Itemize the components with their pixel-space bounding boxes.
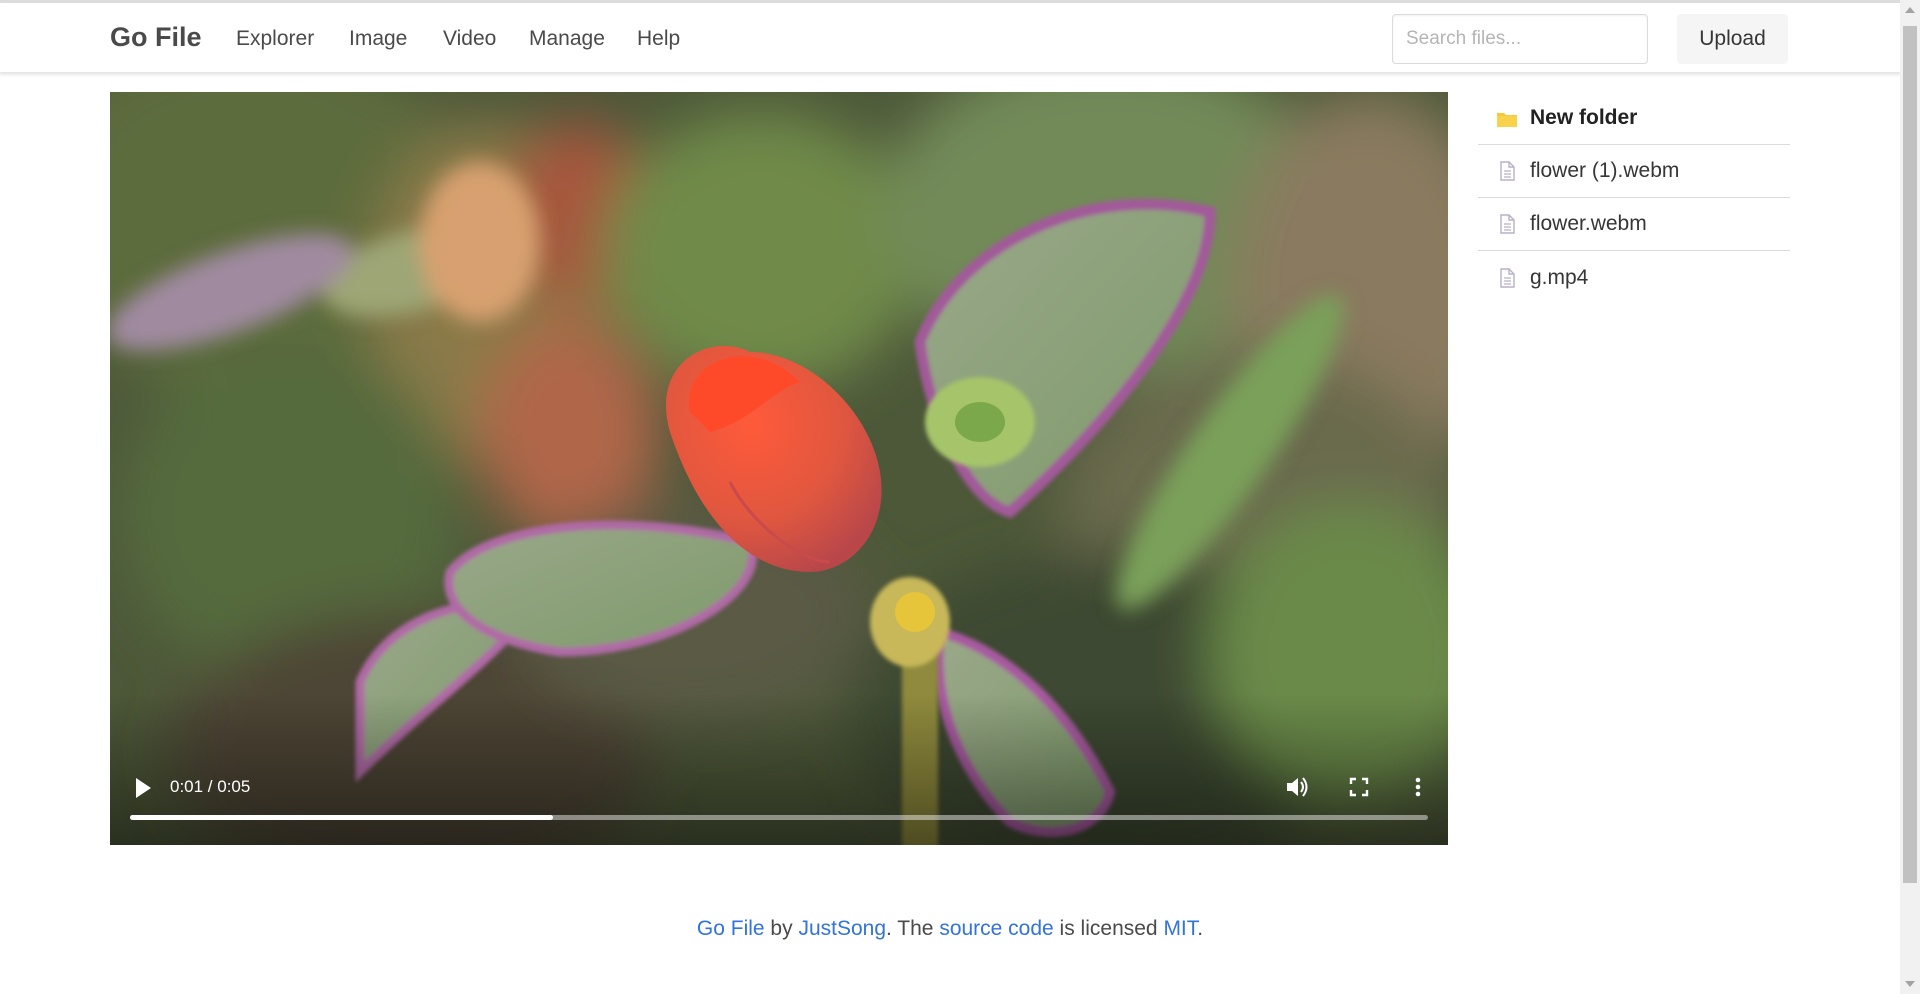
scrollbar-thumb[interactable] (1903, 26, 1917, 883)
file-item[interactable]: flower.webm (1478, 198, 1790, 251)
brand-logo[interactable]: Go File (110, 22, 202, 53)
footer-source-link[interactable]: source code (939, 917, 1053, 940)
footer-text-by: by (764, 917, 799, 940)
file-name: g.mp4 (1530, 265, 1589, 289)
progress-fill (130, 815, 554, 820)
file-name: New folder (1530, 106, 1638, 129)
upload-button[interactable]: Upload (1677, 14, 1788, 64)
time-display: 0:01 / 0:05 (170, 777, 251, 796)
file-list: New folder flower (1).webm flower.webm g… (1478, 92, 1790, 304)
footer-app-link[interactable]: Go File (697, 917, 765, 940)
footer-license-link[interactable]: MIT (1163, 917, 1197, 940)
scroll-up-arrow-icon[interactable] (1905, 7, 1915, 13)
footer-author-link[interactable]: JustSong (798, 917, 886, 940)
page-scrollbar[interactable] (1900, 0, 1920, 994)
file-item[interactable]: g.mp4 (1478, 251, 1790, 304)
folder-item[interactable]: New folder (1478, 92, 1790, 145)
file-icon (1496, 213, 1518, 235)
nav-item-manage[interactable]: Manage (529, 27, 605, 51)
file-item[interactable]: flower (1).webm (1478, 145, 1790, 198)
file-name: flower.webm (1530, 212, 1647, 235)
footer-text-end: . (1197, 917, 1204, 940)
file-name: flower (1).webm (1530, 159, 1680, 182)
more-options-icon[interactable] (1403, 772, 1433, 802)
controls-overlay (110, 695, 1448, 845)
scroll-down-arrow-icon[interactable] (1905, 981, 1915, 987)
footer: Go File by JustSong. The source code is … (0, 917, 1900, 941)
footer-text-licensed: is licensed (1053, 917, 1164, 940)
folder-icon (1496, 107, 1518, 129)
nav-item-explorer[interactable]: Explorer (236, 27, 314, 51)
play-icon[interactable] (132, 775, 154, 801)
search-input[interactable] (1392, 14, 1648, 64)
file-icon (1496, 160, 1518, 182)
progress-bar[interactable] (130, 815, 1428, 820)
fullscreen-icon[interactable] (1344, 772, 1374, 802)
video-player[interactable]: 0:01 / 0:05 (110, 92, 1448, 845)
nav-item-help[interactable]: Help (637, 27, 680, 51)
footer-text-mid: . The (886, 917, 940, 940)
navbar: Go File Explorer Image Video Manage Help… (0, 3, 1900, 73)
nav-item-video[interactable]: Video (443, 27, 496, 51)
volume-icon[interactable] (1282, 772, 1312, 802)
file-icon (1496, 267, 1518, 289)
nav-item-image[interactable]: Image (349, 27, 407, 51)
